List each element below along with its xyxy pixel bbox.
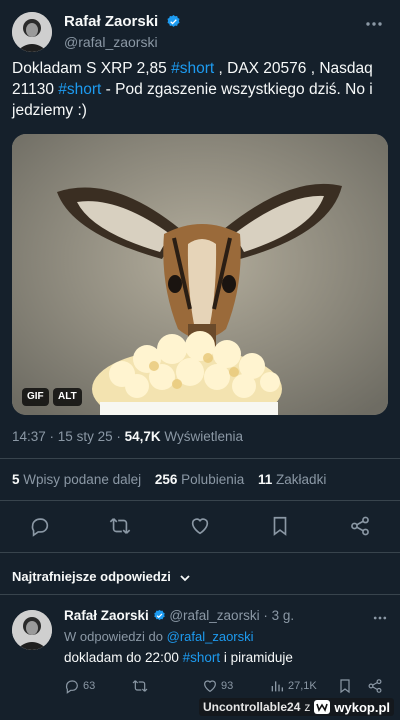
tweet-meta: 14:37 · 15 sty 25 · 54,7K Wyświetlenia bbox=[12, 429, 244, 444]
divider bbox=[0, 500, 400, 501]
divider bbox=[0, 458, 400, 459]
author-avatar[interactable] bbox=[12, 12, 52, 52]
bookmarks-stat[interactable]: 11 Zakładki bbox=[258, 472, 326, 487]
author-name[interactable]: Rafał Zaorski bbox=[64, 13, 158, 30]
alt-text-button[interactable]: ALT bbox=[53, 388, 82, 406]
reply-repost-button[interactable] bbox=[132, 677, 151, 695]
reply-like-button[interactable]: 93 bbox=[202, 677, 233, 695]
tweet-header: Rafał Zaorski @rafal_zaorski bbox=[12, 12, 388, 56]
reply-author-handle[interactable]: @rafal_zaorski bbox=[169, 608, 259, 623]
views-chart-icon bbox=[271, 681, 283, 692]
reply-views-button[interactable]: 27,1K bbox=[269, 677, 317, 695]
reply-action-bar: 63 93 27,1K bbox=[64, 677, 388, 697]
share-icon[interactable] bbox=[349, 515, 371, 537]
reply-author-name[interactable]: Rafał Zaorski bbox=[64, 608, 149, 623]
reply-icon[interactable] bbox=[29, 515, 51, 537]
reply-header: Rafał Zaorski @rafal_zaorski · 3 g. bbox=[64, 608, 295, 623]
tweet-date[interactable]: 15 sty 25 bbox=[58, 429, 113, 444]
more-options-icon[interactable] bbox=[372, 612, 388, 624]
likes-stat[interactable]: 256 Polubienia bbox=[155, 472, 244, 487]
reply-text: dokladam do 22:00 #short i piramiduje bbox=[64, 650, 293, 665]
views-count: 27,1K bbox=[288, 680, 317, 692]
view-count: 54,7K bbox=[124, 429, 161, 444]
share-icon[interactable] bbox=[367, 678, 383, 694]
wykop-logo-icon bbox=[314, 700, 331, 714]
like-count: 93 bbox=[221, 680, 234, 692]
like-icon bbox=[204, 680, 216, 693]
divider bbox=[0, 594, 400, 595]
reply-reply-button[interactable]: 63 bbox=[64, 677, 95, 695]
like-icon[interactable] bbox=[189, 515, 211, 537]
replies-sort-dropdown[interactable]: Najtrafniejsze odpowiedzi bbox=[12, 569, 191, 584]
chevron-down-icon bbox=[179, 574, 190, 581]
reply-author-avatar[interactable] bbox=[12, 610, 52, 650]
repost-icon[interactable] bbox=[109, 515, 131, 537]
tweet-text: Dokladam S XRP 2,85 #short , DAX 20576 ,… bbox=[12, 60, 373, 119]
repost-icon bbox=[132, 680, 148, 692]
tweet-action-bar bbox=[0, 505, 400, 549]
gif-badge: GIF bbox=[22, 388, 49, 406]
reply-to-line: W odpowiedzi do @rafal_zaorski bbox=[64, 629, 254, 644]
tweet-media-gif[interactable]: GIF ALT bbox=[12, 134, 388, 415]
gazelle-popcorn-image bbox=[12, 134, 388, 415]
reply-icon bbox=[65, 680, 78, 694]
reply-time[interactable]: 3 g. bbox=[272, 608, 295, 623]
reposts-stat[interactable]: 5 Wpisy podane dalej bbox=[12, 472, 141, 487]
reply-tweet[interactable]: Rafał Zaorski @rafal_zaorski · 3 g. W od… bbox=[12, 608, 388, 703]
engagement-stats: 5 Wpisy podane dalej 256 Polubienia 11 Z… bbox=[12, 472, 336, 487]
reply-to-handle-link[interactable]: @rafal_zaorski bbox=[167, 629, 254, 644]
hashtag-link[interactable]: #short bbox=[58, 81, 101, 98]
hashtag-link[interactable]: #short bbox=[183, 650, 221, 665]
hashtag-link[interactable]: #short bbox=[171, 60, 214, 77]
author-handle[interactable]: @rafal_zaorski bbox=[64, 34, 181, 50]
bookmark-icon[interactable] bbox=[337, 678, 353, 694]
watermark-username: Uncontrollable24 bbox=[203, 700, 301, 714]
tweet-time[interactable]: 14:37 bbox=[12, 429, 46, 444]
watermark-word: z bbox=[304, 700, 311, 714]
verified-badge-icon bbox=[167, 15, 180, 28]
more-options-icon[interactable] bbox=[364, 18, 384, 30]
bookmark-icon[interactable] bbox=[269, 515, 291, 537]
watermark-site: wykop.pl bbox=[334, 699, 390, 715]
reply-count: 63 bbox=[83, 680, 96, 692]
wykop-watermark: Uncontrollable24 z wykop.pl bbox=[199, 698, 394, 716]
divider bbox=[0, 552, 400, 553]
verified-badge-icon bbox=[153, 609, 165, 621]
